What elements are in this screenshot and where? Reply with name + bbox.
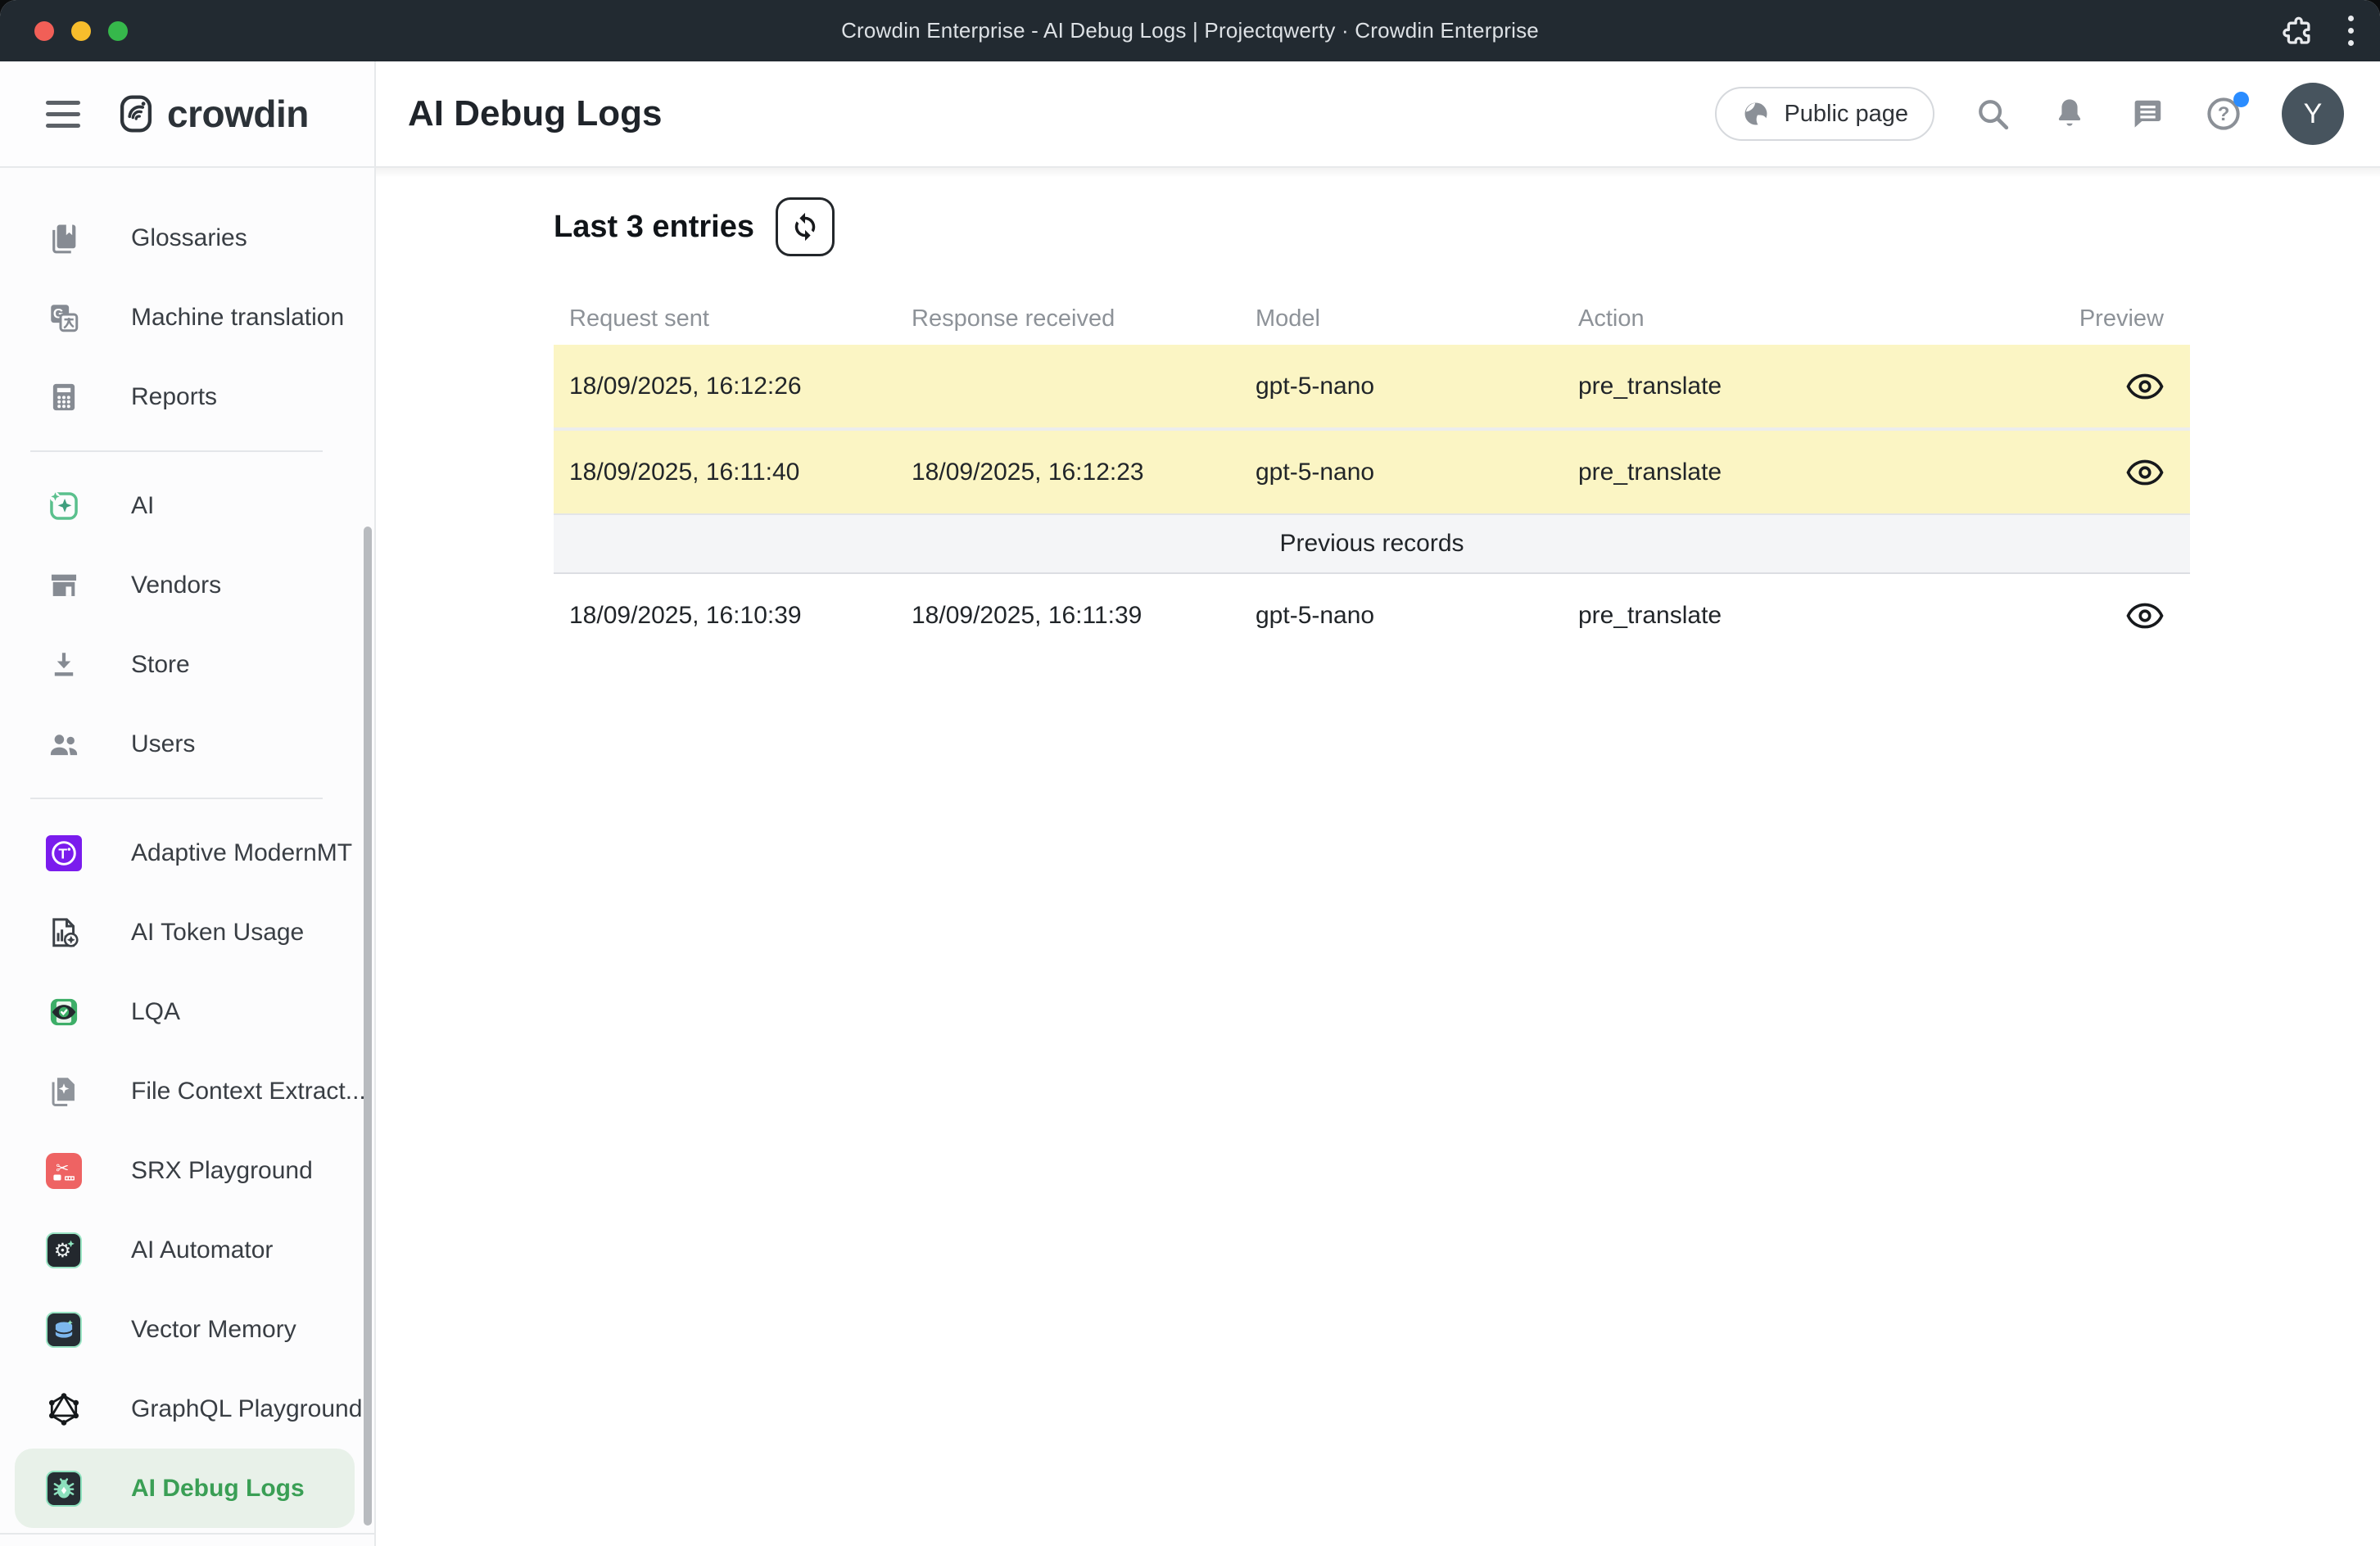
machine-translation-icon: G <box>46 300 82 336</box>
entries-heading: Last 3 entries <box>554 210 754 245</box>
sidebar-divider <box>30 798 323 799</box>
public-page-button[interactable]: Public page <box>1715 87 1934 141</box>
table-row: 18/09/2025, 16:11:40 18/09/2025, 16:12:2… <box>554 431 2190 513</box>
cell-request-sent: 18/09/2025, 16:11:40 <box>569 459 912 486</box>
cell-model: gpt-5-nano <box>1256 602 1578 630</box>
sidebar-item-ai-automator[interactable]: ⚙ AI Automator <box>0 1210 374 1290</box>
main-content: Last 3 entries Request sent Response rec… <box>376 168 2380 1546</box>
ai-automator-gear-icon: ⚙ <box>46 1232 82 1268</box>
cell-action: pre_translate <box>1578 373 2037 400</box>
lqa-eye-icon <box>46 994 82 1030</box>
column-header-response-received: Response received <box>912 305 1256 332</box>
table-row: 18/09/2025, 16:10:39 18/09/2025, 16:11:3… <box>554 574 2190 657</box>
sidebar-item-machine-translation[interactable]: G Machine translation <box>0 278 374 357</box>
cell-response-received: 18/09/2025, 16:12:23 <box>912 459 1256 486</box>
sidebar-item-users[interactable]: Users <box>0 704 374 784</box>
sidebar-item-store[interactable]: Store <box>0 625 374 704</box>
sidebar-item-ai-debug-logs[interactable]: AI Debug Logs <box>15 1449 355 1528</box>
public-page-label: Public page <box>1784 101 1908 128</box>
refresh-button[interactable] <box>776 197 835 256</box>
column-header-request-sent: Request sent <box>569 305 912 332</box>
sidebar-item-vendors[interactable]: Vendors <box>0 545 374 625</box>
extensions-puzzle-icon[interactable] <box>2279 14 2314 48</box>
ai-token-usage-icon <box>46 915 82 951</box>
table-row: 18/09/2025, 16:12:26 gpt-5-nano pre_tran… <box>554 345 2190 427</box>
vendors-storefront-icon <box>46 567 82 603</box>
sidebar-divider <box>30 450 323 452</box>
sidebar-item-ai-token-usage[interactable]: AI Token Usage <box>0 893 374 972</box>
help-icon[interactable]: ? <box>2205 95 2242 133</box>
search-icon[interactable] <box>1974 95 2011 133</box>
crowdin-wordmark: crowdin <box>167 92 309 136</box>
users-icon <box>46 726 82 762</box>
sidebar-item-srx-playground[interactable]: ✂ SRX Playground <box>0 1131 374 1210</box>
column-header-model: Model <box>1256 305 1578 332</box>
sidebar-scrollbar[interactable] <box>364 527 372 1526</box>
browser-menu-icon[interactable] <box>2343 11 2359 51</box>
crowdin-logo-icon <box>115 93 157 135</box>
preview-eye-icon[interactable] <box>2126 602 2164 630</box>
crowdin-logo[interactable]: crowdin <box>115 92 309 136</box>
column-header-action: Action <box>1578 305 2037 332</box>
debug-logs-table: Request sent Response received Model Act… <box>554 292 2190 657</box>
sidebar-item-ai[interactable]: AI <box>0 466 374 545</box>
ai-sparkle-icon <box>46 488 82 524</box>
ai-debug-logs-bug-icon <box>46 1471 82 1507</box>
globe-icon <box>1741 99 1771 129</box>
srx-playground-scissors-icon: ✂ <box>46 1153 82 1189</box>
browser-tab-title: Crowdin Enterprise - AI Debug Logs | Pro… <box>0 0 2380 61</box>
sidebar-item-graphql-playground[interactable]: GraphQL Playground <box>0 1369 374 1449</box>
svg-text:?: ? <box>2218 103 2230 125</box>
messages-icon[interactable] <box>2128 95 2165 133</box>
browser-window: Crowdin Enterprise - AI Debug Logs | Pro… <box>0 0 2380 1546</box>
sidebar-item-lqa[interactable]: LQA <box>0 972 374 1051</box>
cell-action: pre_translate <box>1578 602 2037 630</box>
cell-model: gpt-5-nano <box>1256 373 1578 400</box>
reports-calculator-icon <box>46 379 82 415</box>
refresh-icon <box>788 210 822 244</box>
graphql-icon <box>46 1391 82 1427</box>
svg-text:✂: ✂ <box>56 1158 69 1177</box>
sidebar-item-reports[interactable]: Reports <box>0 357 374 436</box>
svg-text:T: T <box>58 845 67 861</box>
sidebar-item-adaptive-modernmt[interactable]: T Adaptive ModernMT <box>0 813 374 893</box>
sidebar-bottom-divider <box>0 1533 374 1535</box>
cell-action: pre_translate <box>1578 459 2037 486</box>
page-title: AI Debug Logs <box>408 93 662 134</box>
preview-eye-icon[interactable] <box>2126 459 2164 486</box>
file-context-extractor-icon <box>46 1074 82 1110</box>
column-header-preview: Preview <box>2079 305 2164 332</box>
browser-titlebar: Crowdin Enterprise - AI Debug Logs | Pro… <box>0 0 2380 61</box>
previous-records-button[interactable]: Previous records <box>554 513 2190 574</box>
app-header: crowdin AI Debug Logs Public page <box>0 61 2380 168</box>
cell-response-received: 18/09/2025, 16:11:39 <box>912 602 1256 630</box>
sidebar: Glossaries G Machine translation Reports <box>0 168 376 1546</box>
sidebar-item-glossaries[interactable]: Glossaries <box>0 198 374 278</box>
vector-memory-database-icon <box>46 1312 82 1348</box>
sidebar-item-file-context-extractor[interactable]: File Context Extract... <box>0 1051 374 1131</box>
brand-zone: crowdin <box>0 61 376 166</box>
sidebar-item-vector-memory[interactable]: Vector Memory <box>0 1290 374 1369</box>
table-header-row: Request sent Response received Model Act… <box>554 292 2190 345</box>
cell-request-sent: 18/09/2025, 16:10:39 <box>569 602 912 630</box>
glossaries-book-icon <box>46 220 82 256</box>
cell-model: gpt-5-nano <box>1256 459 1578 486</box>
cell-request-sent: 18/09/2025, 16:12:26 <box>569 373 912 400</box>
store-download-icon <box>46 647 82 683</box>
avatar[interactable]: Y <box>2282 83 2344 145</box>
svg-text:⚙: ⚙ <box>54 1238 71 1261</box>
menu-toggle-button[interactable] <box>46 101 80 128</box>
preview-eye-icon[interactable] <box>2126 373 2164 400</box>
notifications-bell-icon[interactable] <box>2051 95 2088 133</box>
adaptive-modernmt-icon: T <box>46 835 82 871</box>
help-unread-dot <box>2233 92 2249 107</box>
